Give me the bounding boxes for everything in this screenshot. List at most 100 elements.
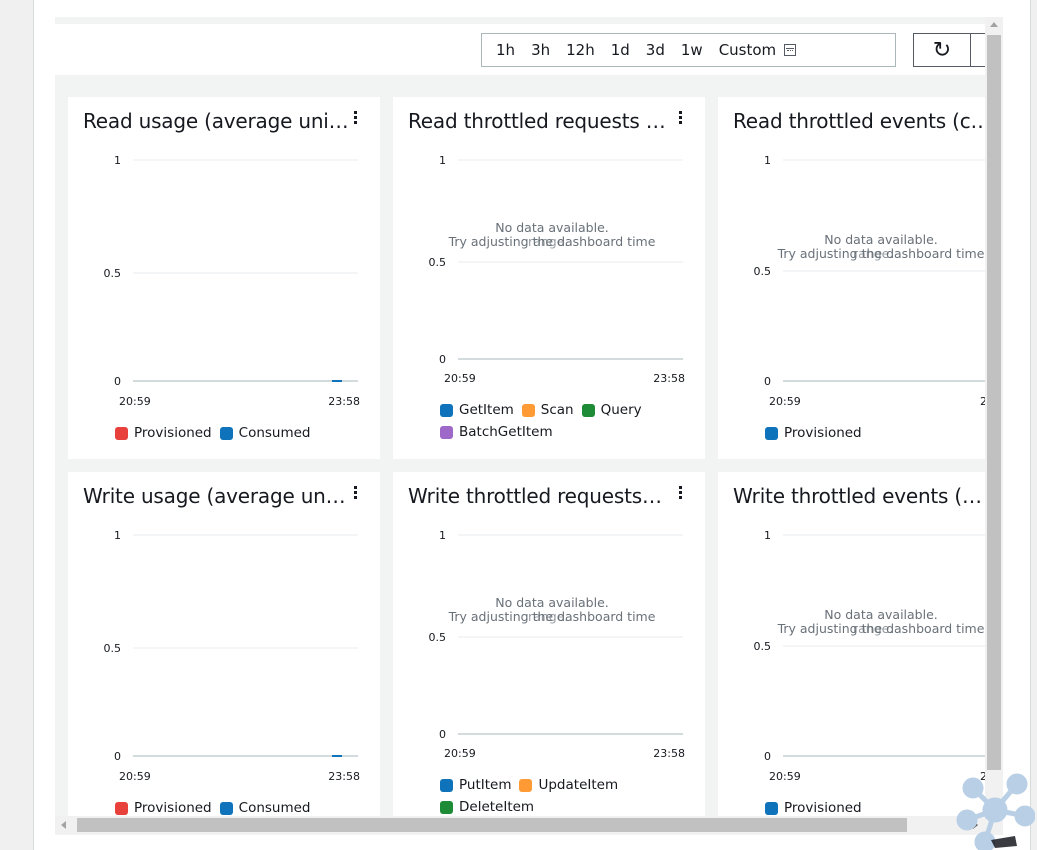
chart-card: Read usage (average uni… 1 0.5 0 20:59 23:58 P… bbox=[68, 97, 380, 459]
legend-label: Provisioned bbox=[784, 425, 862, 441]
y-tick-label: 0.5 bbox=[104, 642, 122, 655]
legend-item[interactable]: Consumed bbox=[219, 425, 311, 441]
refresh-button[interactable]: ↻ bbox=[913, 33, 971, 67]
no-data-message: No data available. Try adjusting the dash… bbox=[761, 608, 987, 636]
y-tick-label: 0.5 bbox=[429, 631, 447, 644]
legend-label: UpdateItem bbox=[538, 777, 619, 793]
time-range-1w[interactable]: 1w bbox=[673, 41, 711, 59]
legend-swatch bbox=[440, 425, 453, 439]
chart-plot: 10.5020:59 2 bbox=[754, 529, 987, 783]
legend-item[interactable]: DeleteItem bbox=[440, 799, 534, 815]
legend-item[interactable]: Provisioned bbox=[115, 425, 212, 441]
dashboard-toolbar: 1h 3h 12h 1d 3d 1w Custom ↻ bbox=[55, 17, 987, 75]
legend-swatch bbox=[765, 426, 778, 440]
y-tick-label: 1 bbox=[764, 529, 771, 542]
y-tick-label: 0 bbox=[764, 375, 771, 388]
legend-swatch bbox=[219, 426, 233, 440]
legend-swatch bbox=[440, 778, 453, 792]
chart-plot: 1 0.5 0 20:59 23:58 bbox=[104, 529, 361, 783]
custom-label: Custom bbox=[718, 41, 777, 59]
vertical-scrollbar[interactable] bbox=[985, 17, 1003, 835]
legend-item[interactable]: Consumed bbox=[219, 800, 311, 816]
legend-item[interactable]: GetItem bbox=[440, 402, 514, 418]
legend-label: BatchGetItem bbox=[459, 424, 553, 440]
chart-card: Read throttled events (c… 1 0.5 0 20:59 2 No d… bbox=[718, 97, 987, 459]
no-data-message: No data available. Try adjusting the dash… bbox=[436, 596, 668, 624]
legend-row: GetItem Scan Query bbox=[440, 399, 650, 421]
time-range-3d[interactable]: 3d bbox=[638, 41, 673, 59]
vertical-scroll-thumb[interactable] bbox=[987, 35, 1001, 770]
chart-card: Read throttled requests … 1 0.5 0 20:59 23:58… bbox=[393, 97, 705, 459]
legend-swatch bbox=[521, 403, 535, 417]
legend-item[interactable]: UpdateItem bbox=[519, 777, 618, 793]
chart-card: Write throttled events (… 1 0.5 0 20:59 2 No d… bbox=[718, 472, 987, 834]
legend-swatch bbox=[115, 426, 128, 440]
chart-legend: Provisioned Consumed bbox=[115, 422, 319, 444]
scroll-left-icon[interactable] bbox=[61, 821, 66, 829]
legend-label: Provisioned bbox=[134, 425, 212, 441]
y-tick-label: 1 bbox=[114, 529, 121, 542]
y-tick-label: 1 bbox=[764, 154, 771, 167]
assistant-widget-icon[interactable] bbox=[955, 770, 1035, 850]
legend-row: BatchGetItem bbox=[440, 421, 650, 443]
y-tick-label: 1 bbox=[439, 529, 446, 542]
x-tick-label: 23:58 bbox=[328, 395, 360, 408]
legend-label: Provisioned bbox=[134, 800, 212, 816]
horizontal-scrollbar[interactable] bbox=[55, 816, 987, 834]
legend-swatch bbox=[519, 778, 533, 792]
legend-row: Provisioned bbox=[765, 422, 870, 444]
no-data-title: No data available. bbox=[824, 607, 938, 622]
chart-plot: 1 0.5 0 20:59 23:58 bbox=[104, 154, 361, 408]
x-tick-label: 20:59 bbox=[769, 395, 801, 408]
legend-row: PutItem UpdateItem bbox=[440, 774, 626, 796]
time-range-3h[interactable]: 3h bbox=[523, 41, 558, 59]
legend-item[interactable]: PutItem bbox=[440, 777, 511, 793]
legend-item[interactable]: Provisioned bbox=[765, 800, 862, 816]
x-tick-label: 23:58 bbox=[653, 747, 685, 760]
no-data-hint-range: range. bbox=[528, 609, 569, 624]
legend-label: Provisioned bbox=[784, 800, 862, 816]
time-range-1h[interactable]: 1h bbox=[482, 41, 523, 59]
refresh-icon: ↻ bbox=[932, 37, 952, 63]
legend-label: Query bbox=[600, 402, 642, 418]
legend-swatch bbox=[440, 403, 453, 417]
legend-item[interactable]: Provisioned bbox=[115, 800, 212, 816]
legend-label: DeleteItem bbox=[459, 799, 535, 815]
y-tick-label: 0 bbox=[439, 728, 446, 741]
y-tick-label: 1 bbox=[114, 154, 121, 167]
no-data-hint-range: range. bbox=[528, 234, 569, 249]
y-tick-label: 0.5 bbox=[104, 267, 122, 280]
chart-card: Write throttled requests… 1 0.5 0 20:59 23:58… bbox=[393, 472, 705, 834]
time-range-1d[interactable]: 1d bbox=[603, 41, 638, 59]
x-tick-label: 20:59 bbox=[119, 395, 151, 408]
legend-item[interactable]: BatchGetItem bbox=[440, 424, 553, 440]
legend-item[interactable]: Scan bbox=[521, 402, 574, 418]
time-range-12h[interactable]: 12h bbox=[558, 41, 603, 59]
legend-item[interactable]: Provisioned bbox=[765, 425, 862, 441]
legend-label: Consumed bbox=[238, 425, 311, 441]
no-data-message: No data available. Try adjusting the dash… bbox=[761, 233, 987, 261]
x-tick-label: 20:59 bbox=[444, 747, 476, 760]
y-tick-label: 0 bbox=[439, 353, 446, 366]
x-tick-label: 23:58 bbox=[328, 770, 360, 783]
no-data-title: No data available. bbox=[824, 232, 938, 247]
no-data-message: No data available. Try adjusting the dash… bbox=[436, 221, 668, 249]
legend-row: Provisioned Consumed bbox=[115, 422, 319, 444]
metrics-dashboard: 1h 3h 12h 1d 3d 1w Custom ↻ Read usage (… bbox=[55, 17, 987, 835]
scroll-up-icon[interactable] bbox=[990, 22, 998, 27]
chart-plot: 10.5020:59 2 bbox=[754, 154, 987, 408]
legend-item[interactable]: Query bbox=[581, 402, 642, 418]
time-range-custom[interactable]: Custom bbox=[711, 41, 804, 59]
y-tick-label: 0.5 bbox=[429, 256, 447, 269]
no-data-hint-range: range. bbox=[853, 621, 894, 636]
chart-legend: Provisioned bbox=[765, 422, 870, 444]
legend-label: PutItem bbox=[459, 777, 512, 793]
time-range-selector: 1h 3h 12h 1d 3d 1w Custom bbox=[481, 33, 896, 67]
x-tick-label: 20:59 bbox=[769, 770, 801, 783]
horizontal-scroll-thumb[interactable] bbox=[77, 818, 907, 832]
y-tick-label: 0 bbox=[764, 750, 771, 763]
legend-label: GetItem bbox=[459, 402, 514, 418]
no-data-title: No data available. bbox=[495, 220, 609, 235]
y-tick-label: 0 bbox=[114, 375, 121, 388]
legend-label: Scan bbox=[540, 402, 574, 418]
